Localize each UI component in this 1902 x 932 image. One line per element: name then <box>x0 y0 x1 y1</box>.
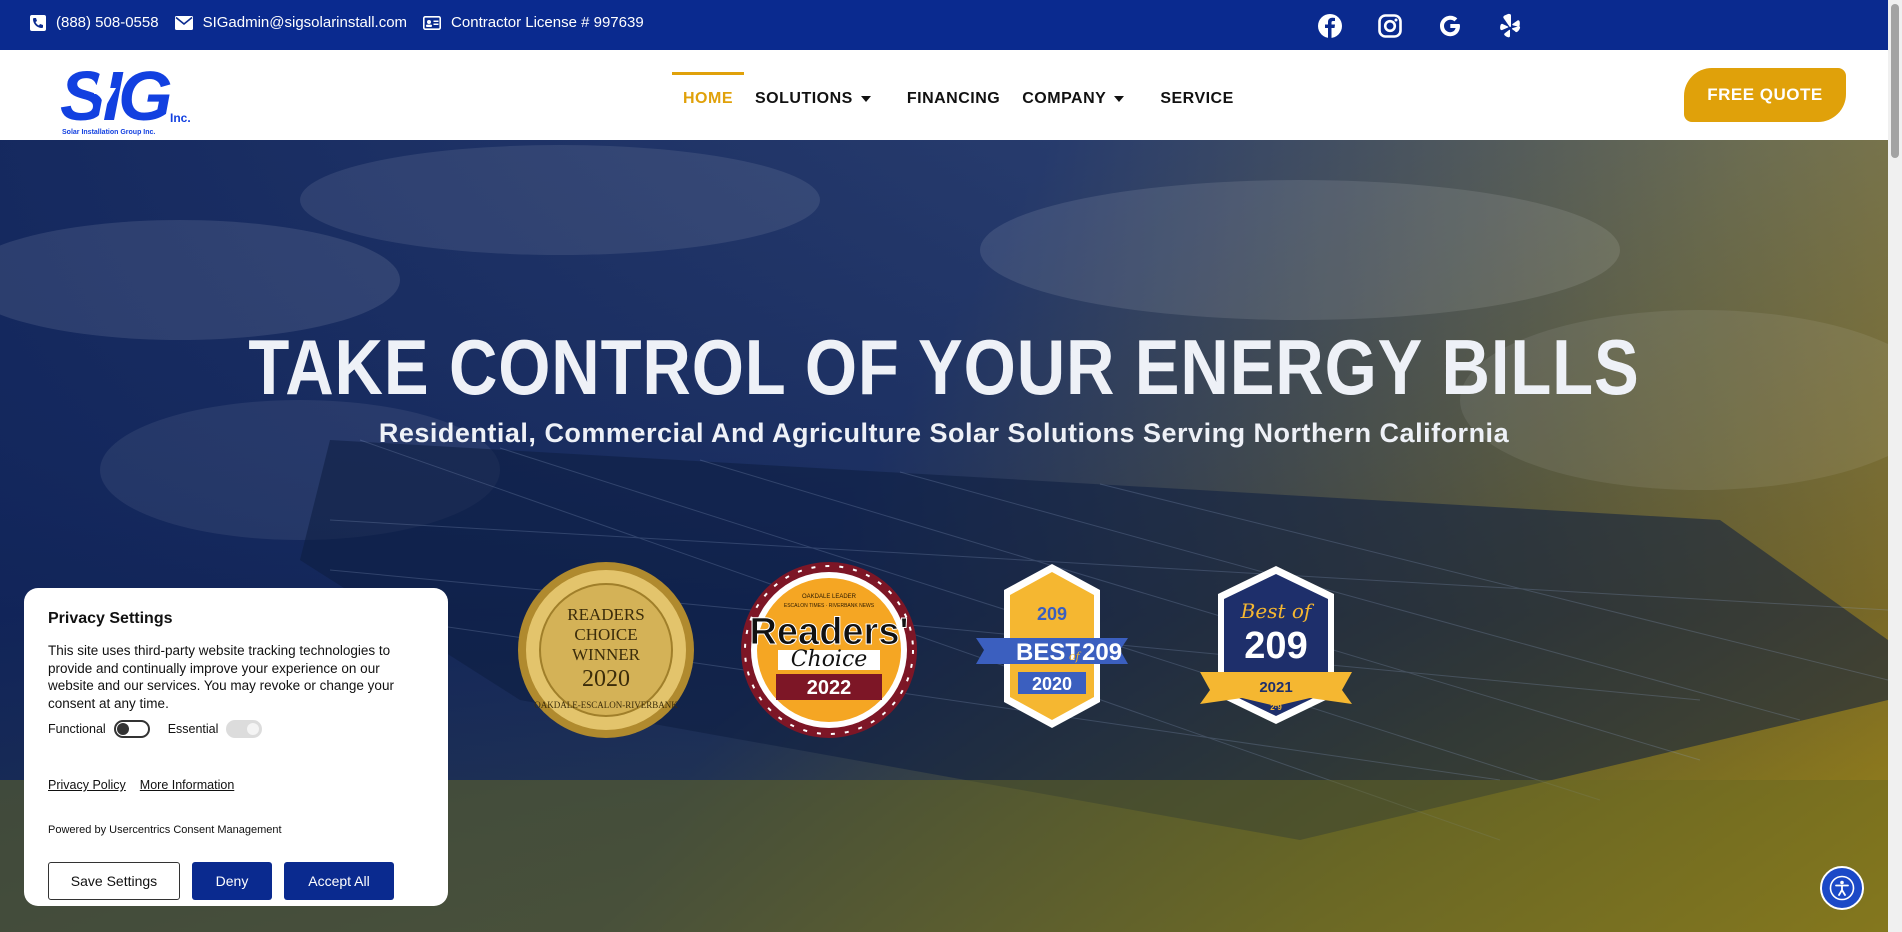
nav-home-label: HOME <box>683 90 733 107</box>
phone-icon <box>30 14 46 31</box>
award-badges: READERS CHOICE WINNER 2020 OAKDALE-ESCAL… <box>518 562 1352 738</box>
nav-menu: HOME SOLUTIONS FINANCING COMPANY SERVICE <box>672 72 1245 118</box>
nav-service[interactable]: SERVICE <box>1149 72 1244 118</box>
privacy-buttons: Save Settings Deny Accept All <box>48 862 424 900</box>
facebook-icon[interactable] <box>1316 12 1344 40</box>
id-card-icon <box>423 15 442 30</box>
license-info: Contractor License # 997639 <box>423 14 644 31</box>
badge-best-of-209-2020: 209 BEST of 209 2020 <box>976 564 1128 728</box>
deny-button[interactable]: Deny <box>192 862 272 900</box>
nav-company[interactable]: COMPANY <box>1011 72 1135 118</box>
caret-down-icon <box>860 96 871 102</box>
badge4-year: 2021 <box>1259 679 1292 696</box>
badge-best-of-209-2021: Best of 209 2021 2·9 <box>1200 566 1352 724</box>
nav-financing-label: FINANCING <box>906 90 1001 107</box>
nav-company-label: COMPANY <box>1022 90 1107 107</box>
privacy-links: Privacy Policy More Information <box>48 778 424 792</box>
badge2-top1: OAKDALE LEADER <box>802 594 857 600</box>
nav-solutions-label: SOLUTIONS <box>755 90 853 107</box>
privacy-description: This site uses third-party website track… <box>48 643 394 711</box>
badge-readers-choice-2022: OAKDALE LEADER ESCALON TIMES · RIVERBANK… <box>741 562 917 738</box>
badge3-year: 2020 <box>1032 674 1072 694</box>
badge1-arc: OAKDALE-ESCALON-RIVERBANK <box>534 700 678 710</box>
badge1-line3: WINNER <box>572 645 641 664</box>
nav-financing[interactable]: FINANCING <box>896 72 1011 118</box>
top-contact-bar: (888) 508-0558 SIGadmin@sigsolarinstall.… <box>0 0 1888 50</box>
logo-main-text: SIG <box>60 57 171 135</box>
badge1-line2: CHOICE <box>574 625 637 644</box>
badge1-line1: READERS <box>567 605 644 624</box>
accessibility-icon <box>1829 875 1855 901</box>
nav-service-label: SERVICE <box>1160 90 1234 107</box>
badge4-num: 209 <box>1244 625 1307 667</box>
privacy-title: Privacy Settings <box>48 610 173 627</box>
accept-all-button[interactable]: Accept All <box>284 862 394 900</box>
yelp-icon[interactable] <box>1496 12 1524 40</box>
accessibility-button[interactable] <box>1820 866 1864 910</box>
social-links <box>1316 12 1556 40</box>
badge2-top2: ESCALON TIMES · RIVERBANK NEWS <box>784 603 875 609</box>
badge2-script: Choice <box>791 647 868 672</box>
badge4-small: 2·9 <box>1270 703 1282 712</box>
hero-subtitle: Residential, Commercial And Agriculture … <box>378 418 1510 448</box>
functional-label: Functional <box>48 722 106 736</box>
license-text: Contractor License # 997639 <box>451 14 644 31</box>
phone-link[interactable]: (888) 508-0558 <box>30 14 159 31</box>
scrollbar-thumb[interactable] <box>1891 4 1899 158</box>
badge3-num: 209 <box>1082 639 1122 666</box>
essential-label: Essential <box>167 722 219 736</box>
powered-by-text: Powered by Usercentrics Consent Manageme… <box>48 824 282 836</box>
functional-toggle[interactable] <box>113 720 150 738</box>
save-settings-button[interactable]: Save Settings <box>48 862 180 900</box>
badge4-script: Best of <box>1240 599 1315 623</box>
badge-readers-choice-2020: READERS CHOICE WINNER 2020 OAKDALE-ESCAL… <box>518 562 694 738</box>
main-navigation: SIG Inc. Solar Installation Group Inc. H… <box>0 50 1888 140</box>
badge1-year: 2020 <box>582 666 630 692</box>
essential-toggle-group: Essential <box>168 720 263 738</box>
logo-inc-text: Inc. <box>170 111 191 125</box>
caret-down-icon <box>1114 96 1125 102</box>
hero-title: TAKE CONTROL OF YOUR ENERGY BILLS <box>248 323 1640 411</box>
badge2-year: 2022 <box>807 677 852 699</box>
contact-info: (888) 508-0558 SIGadmin@sigsolarinstall.… <box>30 14 660 31</box>
consent-toggles: Functional Essential <box>48 720 424 738</box>
email-text: SIGadmin@sigsolarinstall.com <box>202 14 408 31</box>
instagram-icon[interactable] <box>1376 12 1404 40</box>
page-scrollbar[interactable] <box>1888 0 1902 932</box>
google-icon[interactable] <box>1436 12 1464 40</box>
phone-text: (888) 508-0558 <box>56 14 159 31</box>
essential-toggle <box>226 720 263 738</box>
privacy-settings-dialog: Privacy Settings This site uses third-pa… <box>24 588 448 906</box>
nav-home[interactable]: HOME <box>672 72 744 118</box>
more-information-link[interactable]: More Information <box>140 778 234 792</box>
envelope-icon <box>174 15 193 30</box>
badge3-top: 209 <box>1037 604 1067 624</box>
nav-solutions[interactable]: SOLUTIONS <box>744 72 882 118</box>
email-link[interactable]: SIGadmin@sigsolarinstall.com <box>174 14 408 31</box>
free-quote-button[interactable]: FREE QUOTE <box>1684 68 1846 122</box>
logo-tagline: Solar Installation Group Inc. <box>62 129 155 136</box>
sig-logo[interactable]: SIG Inc. Solar Installation Group Inc. <box>58 54 194 136</box>
privacy-policy-link[interactable]: Privacy Policy <box>48 778 126 792</box>
functional-toggle-group: Functional <box>48 720 150 738</box>
